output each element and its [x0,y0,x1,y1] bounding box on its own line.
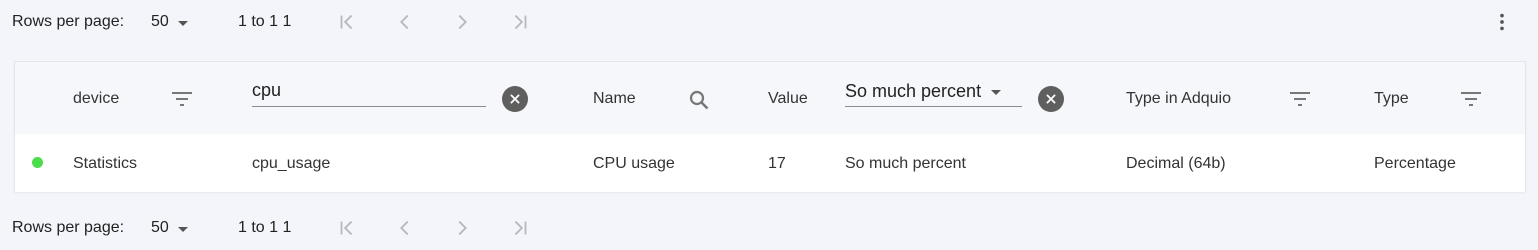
pagination-top: Rows per page: 50 1 to 1 1 [0,0,1538,44]
cell-unit: So much percent [845,155,966,172]
more-options-button[interactable] [1490,10,1514,34]
unit-filter-select[interactable]: So much percent [845,76,1022,107]
name-search-button[interactable] [686,87,712,113]
pagination-bottom: Rows per page: 50 1 to 1 1 [0,206,1538,250]
previous-page-button[interactable] [393,216,417,240]
chevron-left-icon [400,14,409,30]
more-vertical-icon [1500,13,1504,31]
chevron-left-icon [400,220,409,236]
unit-filter-value: So much percent [845,81,982,101]
close-icon [510,94,520,104]
id-filter-input[interactable]: cpu [252,76,486,107]
rows-per-page-value: 50 [151,13,169,30]
cell-value: 17 [768,155,786,172]
type-in-adquio-filter-button[interactable] [1287,86,1313,112]
cell-id: cpu_usage [252,155,331,172]
cell-type: Percentage [1374,155,1456,172]
filter-icon [172,92,192,106]
type-filter-button[interactable] [1458,86,1484,112]
cell-device: Statistics [73,155,138,172]
rows-per-page-value: 50 [151,219,169,236]
clear-id-filter-button[interactable] [502,86,528,112]
previous-page-button[interactable] [393,10,417,34]
last-page-button[interactable] [508,10,532,34]
page-range-text: 1 to 1 1 [238,219,292,236]
page-range-text: 1 to 1 1 [238,13,292,30]
search-icon [689,90,709,110]
last-page-icon [514,220,527,236]
chevron-down-icon [991,89,1002,95]
filter-icon [1290,92,1310,106]
cell-type-in-adquio: Decimal (64b) [1126,155,1226,172]
chevron-down-icon [177,226,188,232]
device-filter-button[interactable] [169,86,195,112]
first-page-button[interactable] [335,10,359,34]
table-row[interactable]: Statistics cpu_usage CPU usage 17 So muc… [15,134,1525,192]
table-header: device cpu Name Value So much percent Ty… [15,62,1525,135]
header-type-in-adquio: Type in Adquio [1126,90,1231,107]
header-value: Value [768,90,808,107]
data-table: device cpu Name Value So much percent Ty… [14,61,1526,192]
first-page-icon [340,220,353,236]
rows-per-page-label: Rows per page: [12,13,125,30]
status-indicator [32,157,43,168]
chevron-down-icon [177,20,188,26]
last-page-icon [514,14,527,30]
first-page-button[interactable] [335,216,359,240]
header-type: Type [1374,90,1409,107]
chevron-right-icon [458,220,467,236]
header-device: device [73,90,120,107]
close-icon [1046,94,1056,104]
chevron-right-icon [458,14,467,30]
rows-per-page-select[interactable]: 50 [151,219,188,237]
rows-per-page-label: Rows per page: [12,219,125,236]
cell-name: CPU usage [593,155,675,172]
filter-icon [1461,92,1481,106]
clear-unit-filter-button[interactable] [1038,86,1064,112]
last-page-button[interactable] [508,216,532,240]
id-filter-value: cpu [252,80,282,100]
header-name: Name [593,90,636,107]
next-page-button[interactable] [450,216,474,240]
first-page-icon [340,14,353,30]
next-page-button[interactable] [450,10,474,34]
rows-per-page-select[interactable]: 50 [151,13,188,31]
